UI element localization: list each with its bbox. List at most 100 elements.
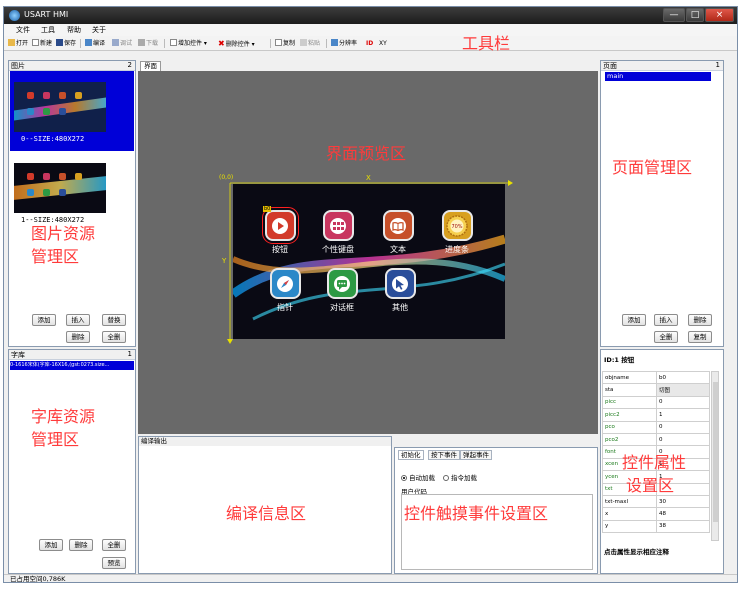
menu-bar: 文件 工具 帮助 关于	[4, 24, 737, 36]
progress-badge-icon: 70%	[441, 210, 473, 241]
attribute-row[interactable]: x 48	[602, 507, 710, 521]
hmi-other-item[interactable]: 其他	[370, 268, 430, 313]
tab-init[interactable]: 初始化	[398, 450, 424, 460]
picture-item[interactable]: 1--SIZE:480X272	[10, 153, 134, 231]
minimize-button[interactable]: —	[663, 8, 685, 22]
debug-icon	[112, 39, 119, 46]
toolbar: 打开 新建 保存 编译 调试 下载 增加控件 ▾ ✖删除控件 ▾ 复制 粘贴 分…	[4, 36, 737, 51]
page-copy-button[interactable]: 复制	[688, 331, 712, 343]
attribute-row[interactable]: pco2 0	[602, 432, 710, 447]
attribute-value[interactable]: 0	[656, 395, 710, 410]
title-bar[interactable]: USART HMI — □ ×	[4, 7, 737, 24]
xy-toggle-button[interactable]: XY	[379, 39, 387, 49]
attribute-row[interactable]: pco 0	[602, 420, 710, 434]
attribute-value[interactable]: 切图	[656, 383, 710, 397]
picture-insert-button[interactable]: 插入	[66, 314, 90, 326]
copy-button[interactable]: 复制	[275, 39, 295, 49]
maximize-button[interactable]: □	[686, 8, 704, 22]
download-button[interactable]: 下载	[138, 39, 158, 49]
picture-delete-all-button[interactable]: 全删	[102, 331, 126, 343]
hmi-pointer-item[interactable]: 指针	[255, 268, 315, 313]
menu-file[interactable]: 文件	[16, 25, 30, 35]
hmi-text-item[interactable]: 文本	[368, 210, 428, 255]
hmi-progress-item[interactable]: 70% 进度条	[427, 210, 487, 255]
hmi-item-label: 文本	[390, 245, 406, 254]
hmi-button-item[interactable]: 按钮	[250, 207, 310, 255]
attribute-row[interactable]: picc 0	[602, 395, 710, 410]
attribute-value[interactable]: 48	[656, 507, 710, 521]
menu-tools[interactable]: 工具	[41, 25, 55, 35]
resolution-button[interactable]: 分辨率	[331, 39, 357, 49]
id-toggle-button[interactable]: ID	[366, 39, 373, 49]
attribute-row[interactable]: txt-maxl 30	[602, 494, 710, 509]
paste-icon	[300, 39, 307, 46]
compile-button[interactable]: 编译	[85, 39, 105, 49]
add-control-button[interactable]: 增加控件 ▾	[170, 39, 207, 49]
attribute-key: x	[602, 507, 657, 521]
picture-thumbnail	[14, 163, 106, 213]
delete-x-icon: ✖	[218, 39, 225, 48]
hmi-item-label: 指针	[277, 303, 293, 312]
new-button[interactable]: 新建	[32, 39, 52, 49]
attribute-key: picc	[602, 395, 657, 410]
selected-id-badge: b0	[263, 206, 272, 212]
attribute-row[interactable]: objname b0	[602, 370, 710, 385]
attribute-scrollbar[interactable]	[711, 371, 719, 541]
delete-control-button[interactable]: ✖删除控件 ▾	[218, 39, 255, 49]
font-delete-button[interactable]: 删除	[69, 539, 93, 551]
page-count: 1	[715, 61, 720, 69]
attribute-value[interactable]: 0	[656, 420, 710, 434]
hmi-keyboard-item[interactable]: 个性键盘	[308, 210, 368, 255]
attribute-row[interactable]: picc2 1	[602, 408, 710, 422]
page-add-button[interactable]: 添加	[622, 314, 646, 326]
tab-release-event[interactable]: 弹起事件	[460, 450, 492, 460]
picture-add-button[interactable]: 添加	[32, 314, 56, 326]
annotation-picture-line1: 图片资源	[31, 224, 96, 243]
attribute-value[interactable]: 38	[656, 519, 710, 534]
menu-about[interactable]: 关于	[92, 25, 106, 35]
attribute-key: txt-maxl	[602, 494, 657, 509]
cmd-load-radio[interactable]: 指令加载	[443, 472, 477, 482]
font-delete-all-button[interactable]: 全删	[102, 539, 126, 551]
font-item-selected[interactable]: 0-1616宋体(字库-16X16,(gst:0273.size...	[10, 361, 134, 370]
font-preview-button[interactable]: 预览	[102, 557, 126, 569]
tab-preview[interactable]: 界面	[140, 61, 161, 71]
scrollbar-thumb[interactable]	[713, 382, 718, 522]
annotation-font-line1: 字库资源	[31, 407, 96, 426]
attribute-row[interactable]: y 38	[602, 519, 710, 534]
open-button[interactable]: 打开	[8, 39, 28, 49]
menu-help[interactable]: 帮助	[67, 25, 81, 35]
attribute-header: ID:1 按钮	[604, 356, 635, 364]
picture-item-selected[interactable]: 0--SIZE:480X272	[10, 71, 134, 151]
attribute-value[interactable]: b0	[656, 370, 710, 385]
attribute-value[interactable]: 0	[656, 432, 710, 447]
page-delete-all-button[interactable]: 全删	[654, 331, 678, 343]
page-insert-button[interactable]: 插入	[654, 314, 678, 326]
attribute-value[interactable]: 1	[656, 408, 710, 422]
attribute-value[interactable]: 30	[656, 494, 710, 509]
hmi-item-label: 其他	[392, 303, 408, 312]
window-title: USART HMI	[24, 10, 69, 19]
radio-checked-icon	[401, 475, 407, 481]
auto-load-radio[interactable]: 自动加载	[401, 472, 435, 482]
picture-replace-button[interactable]: 替换	[102, 314, 126, 326]
attribute-key: picc2	[602, 408, 657, 422]
hmi-dialog-item[interactable]: 对话框	[312, 268, 372, 313]
page-delete-button[interactable]: 删除	[688, 314, 712, 326]
save-button[interactable]: 保存	[56, 39, 76, 49]
attribute-key: sta	[602, 383, 657, 397]
close-button[interactable]: ×	[705, 8, 734, 22]
save-disk-icon	[56, 39, 63, 46]
folder-icon	[8, 39, 15, 46]
hmi-screen-preview[interactable]: 按钮 b0 个性键盘 文本 70% 进度条 指针 对话框 其他	[233, 184, 505, 339]
font-count: 1	[127, 350, 132, 358]
tab-press-event[interactable]: 按下事件	[428, 450, 460, 460]
paste-button[interactable]: 粘贴	[300, 39, 320, 49]
attribute-row[interactable]: sta 切图	[602, 383, 710, 397]
page-panel: 页面 1 main 添加 插入 删除 全删 复制	[600, 60, 724, 347]
debug-button[interactable]: 调试	[112, 39, 132, 49]
picture-delete-button[interactable]: 删除	[66, 331, 90, 343]
page-panel-title: 页面	[603, 62, 617, 70]
page-item-selected[interactable]: main	[605, 72, 711, 81]
font-add-button[interactable]: 添加	[39, 539, 63, 551]
